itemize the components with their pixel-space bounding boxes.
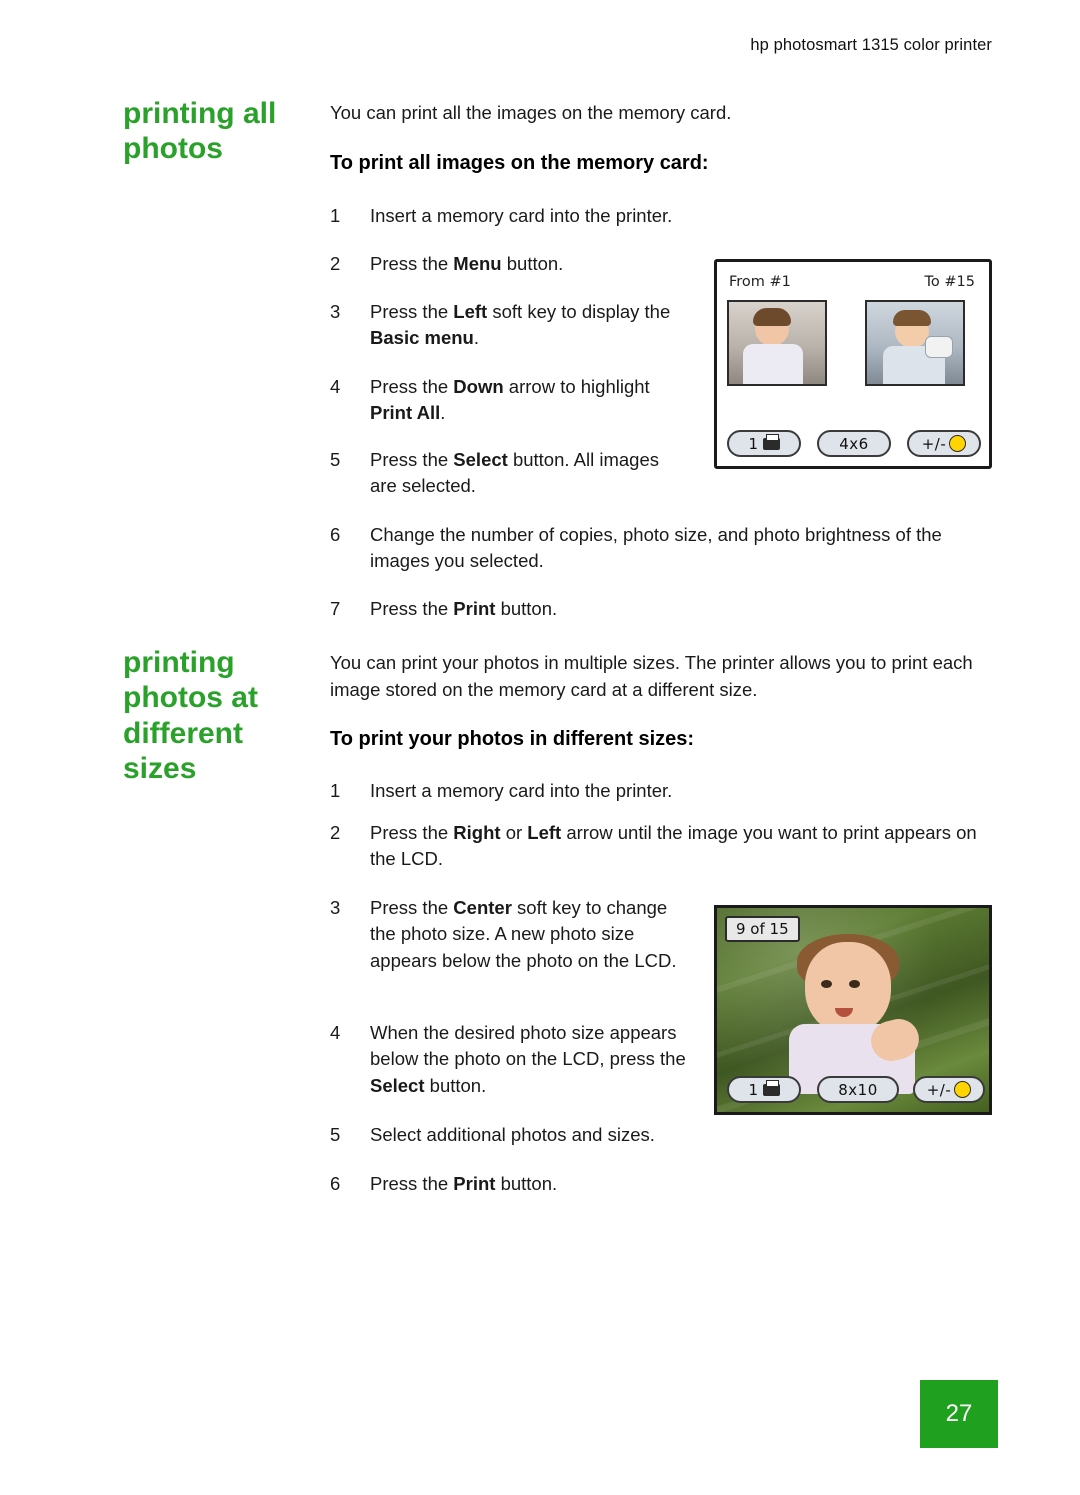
intro-paragraph-1: You can print all the images on the memo… — [330, 102, 732, 123]
lcd-photo-copies-button[interactable]: 1 — [727, 1076, 801, 1103]
step-2-1: 1 Insert a memory card into the printer. — [330, 778, 730, 804]
intro-paragraph-2: You can print your photos in multiple si… — [330, 652, 973, 700]
step-number: 3 — [330, 301, 341, 322]
lcd-size-button[interactable]: 4x6 — [817, 430, 891, 457]
step-text: Press the Menu button. — [370, 253, 564, 274]
step-text: Press the Center soft key to change the … — [370, 897, 677, 971]
section-heading-printing-different-sizes: printing photos at different sizes — [123, 646, 258, 786]
step-1-6: 6 Change the number of copies, photo siz… — [330, 522, 1000, 575]
step-2-2: 2 Press the Right or Left arrow until th… — [330, 820, 1000, 873]
step-number: 1 — [330, 205, 341, 226]
main-column: You can print all the images on the memo… — [330, 0, 1030, 1495]
lcd-photo-brightness-value: +/- — [926, 1080, 952, 1099]
lcd-copies-button[interactable]: 1 — [727, 430, 801, 457]
step-number: 7 — [330, 598, 341, 619]
step-number: 4 — [330, 376, 341, 397]
lcd-photo-button-bar: 1 8x10 +/- — [717, 1076, 989, 1106]
section-heading-printing-all-photos: printing all photos — [123, 97, 277, 166]
step-number: 5 — [330, 449, 341, 470]
step-text: Press the Down arrow to highlight Print … — [370, 376, 650, 424]
step-2-3: 3 Press the Center soft key to change th… — [330, 895, 692, 974]
step-number: 3 — [330, 897, 341, 918]
step-number: 1 — [330, 780, 341, 801]
step-2-6: 6 Press the Print button. — [330, 1171, 730, 1197]
step-2-4: 4 When the desired photo size appears be… — [330, 1020, 692, 1099]
lcd-photo-counter: 9 of 15 — [725, 916, 800, 942]
lcd-photo-preview: 9 of 15 1 8x10 +/- — [714, 905, 992, 1115]
lcd-brightness-value: +/- — [921, 434, 947, 453]
step-number: 6 — [330, 1173, 341, 1194]
lcd-to-label: To #15 — [924, 274, 975, 290]
lcd-from-label: From #1 — [729, 274, 791, 290]
step-text: Insert a memory card into the printer. — [370, 205, 673, 226]
step-text: Press the Print button. — [370, 1173, 558, 1194]
lcd-brightness-button[interactable]: +/- — [907, 430, 981, 457]
step-text: Insert a memory card into the printer. — [370, 780, 673, 801]
lcd-photo-brightness-button[interactable]: +/- — [913, 1076, 985, 1103]
step-1-5: 5 Press the Select button. All images ar… — [330, 447, 690, 500]
sun-icon — [949, 435, 967, 452]
sub-heading-1: To print all images on the memory card: — [330, 152, 709, 174]
step-1-2: 2 Press the Menu button. — [330, 251, 690, 277]
step-1-1: 1 Insert a memory card into the printer. — [330, 203, 690, 229]
step-text: Change the number of copies, photo size,… — [370, 524, 942, 572]
step-text: Press the Print button. — [370, 598, 558, 619]
step-1-7: 7 Press the Print button. — [330, 596, 730, 622]
step-number: 2 — [330, 253, 341, 274]
lcd-range-screen-illustration: From #1 To #15 1 4x6 +/- — [714, 259, 992, 469]
lcd-thumbnail-last — [865, 300, 965, 386]
lcd-button-bar: 1 4x6 +/- — [717, 430, 989, 460]
step-text: When the desired photo size appears belo… — [370, 1022, 686, 1096]
step-1-3: 3 Press the Left soft key to display the… — [330, 299, 695, 352]
step-text: Press the Right or Left arrow until the … — [370, 822, 977, 870]
baby-photo-subject — [787, 934, 924, 1094]
document-page: hp photosmart 1315 color printer printin… — [0, 0, 1080, 1495]
sun-icon — [954, 1081, 972, 1098]
page-number: 27 — [920, 1380, 998, 1448]
step-text: Press the Left soft key to display the B… — [370, 301, 671, 349]
sub-heading-2: To print your photos in different sizes: — [330, 728, 695, 750]
lcd-copies-value: 1 — [748, 434, 759, 453]
lcd-thumbnail-first — [727, 300, 827, 386]
step-text: Select additional photos and sizes. — [370, 1124, 655, 1145]
step-text: Press the Select button. All images are … — [370, 449, 659, 497]
step-number: 6 — [330, 524, 341, 545]
step-number: 5 — [330, 1124, 341, 1145]
printer-icon — [762, 1079, 780, 1096]
step-1-4: 4 Press the Down arrow to highlight Prin… — [330, 374, 690, 427]
lcd-photo-size-button[interactable]: 8x10 — [817, 1076, 899, 1103]
lcd-photo-copies-value: 1 — [748, 1080, 759, 1099]
lcd-photo-screen-illustration: 9 of 15 1 8x10 +/- — [714, 905, 992, 1115]
step-2-5: 5 Select additional photos and sizes. — [330, 1122, 730, 1148]
step-number: 2 — [330, 822, 341, 843]
step-number: 4 — [330, 1022, 341, 1043]
printer-icon — [762, 433, 780, 450]
